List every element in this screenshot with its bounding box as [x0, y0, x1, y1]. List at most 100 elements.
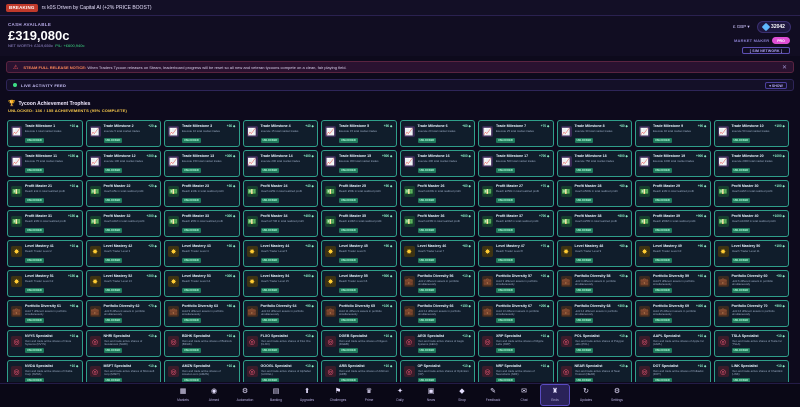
achievement-card[interactable]: 💼 Portfolio Diversity 60 +50 ◆ Hold 6 diffe…	[713, 270, 789, 297]
achievement-card[interactable]: 💵 Profit Master 38 +800 ◆ Reach £25M in tot…	[556, 210, 632, 237]
achievement-card[interactable]: ✸ Level Mastery 52 +200 ◆ Reach Trader Leve…	[85, 270, 161, 297]
achievement-card[interactable]: 💼 Portfolio Diversity 58 +30 ◆ Hold 4 diffe…	[556, 270, 632, 297]
achievement-card[interactable]: 📈 Trade Milestone 4 +40 ◆ Execute 15 total …	[242, 120, 318, 147]
achievement-card[interactable]: ◎ NVDA Specialist +10 ◆ Own and trade activ…	[7, 360, 83, 382]
achievement-card[interactable]: 💼 Portfolio Diversity 56 +10 ◆ Hold 2 diffe…	[399, 270, 475, 297]
achievement-card[interactable]: 📈 Trade Milestone 1 +10 ◆ Execute 1 total m…	[7, 120, 83, 147]
achievement-card[interactable]: ◎ AAPL Specialist +10 ◆ Own and trade activ…	[635, 330, 711, 357]
nav-ahmed[interactable]: ◉ Ahmed	[199, 384, 229, 406]
achievement-card[interactable]: 📈 Trade Milestone 7 +70 ◆ Execute 25 total …	[478, 120, 554, 147]
achievement-card[interactable]: ✸ Level Mastery 43 +30 ◆ Reach Trader Level…	[164, 240, 240, 267]
nav-banking[interactable]: ▤ Banking	[261, 384, 291, 406]
achievement-card[interactable]: 💵 Profit Master 25 +50 ◆ Reach £50k in tota…	[321, 180, 397, 207]
achievement-card[interactable]: ◎ TSLA Specialist +10 ◆ Own and trade activ…	[713, 330, 789, 357]
achievement-card[interactable]: ✸ Level Mastery 55 +500 ◆ Reach Trader Leve…	[321, 270, 397, 297]
nav-upgrades[interactable]: ⬆ Upgrades	[292, 384, 322, 406]
achievement-card[interactable]: 💼 Portfolio Diversity 69 +400 ◆ Hold 15 dif…	[635, 300, 711, 327]
achievement-card[interactable]: 💵 Profit Master 36 +600 ◆ Reach £15M in tot…	[399, 210, 475, 237]
achievement-card[interactable]: 📈 Trade Milestone 2 +20 ◆ Execute 5 total m…	[85, 120, 161, 147]
achievement-card[interactable]: ◎ POL Specialist +10 ◆ Own and trade active…	[556, 330, 632, 357]
achievement-card[interactable]: 📈 Trade Milestone 12 +200 ◆ Execute 100 tot…	[85, 150, 161, 177]
achievement-card[interactable]: 💼 Portfolio Diversity 67 +200 ◆ Hold 13 dif…	[478, 300, 554, 327]
achievement-card[interactable]: 📈 Trade Milestone 10 +100 ◆ Execute 50 tota…	[713, 120, 789, 147]
nav-feedback[interactable]: ✎ Feedback	[478, 384, 508, 406]
achievement-card[interactable]: 📈 Trade Milestone 18 +800 ◆ Execute 750 tot…	[556, 150, 632, 177]
achievement-card[interactable]: ✸ Level Mastery 49 +90 ◆ Reach Trader Level…	[635, 240, 711, 267]
achievement-card[interactable]: ✸ Level Mastery 45 +50 ◆ Reach Trader Level…	[321, 240, 397, 267]
market-maker-toggle[interactable]: PRO	[772, 37, 790, 44]
sim-network-button[interactable]: [ SIM NETWORK ]	[742, 47, 790, 54]
achievement-card[interactable]: 💵 Profit Master 32 +200 ◆ Reach £4M in tota…	[85, 210, 161, 237]
news-ticker[interactable]: rs k0S Driven by Capital AI (+2% PRICE B…	[42, 5, 152, 11]
achievement-card[interactable]: 💵 Profit Master 35 +500 ◆ Reach £10M in tot…	[321, 210, 397, 237]
achievement-card[interactable]: ◎ NEAR Specialist +10 ◆ Own and trade activ…	[556, 360, 632, 382]
achievement-card[interactable]: ◎ GOOGL Specialist +10 ◆ Own and trade acti…	[242, 360, 318, 382]
achievement-card[interactable]: ✸ Level Mastery 47 +70 ◆ Reach Trader Level…	[478, 240, 554, 267]
achievement-card[interactable]: 📈 Trade Milestone 11 +150 ◆ Execute 75 tota…	[7, 150, 83, 177]
achievement-card[interactable]: 💵 Profit Master 37 +700 ◆ Reach £20M in tot…	[478, 210, 554, 237]
nav-ends[interactable]: ♜ Ends	[540, 384, 570, 406]
achievement-card[interactable]: 💵 Profit Master 39 +900 ◆ Reach £50M in tot…	[635, 210, 711, 237]
close-icon[interactable]: ✕	[782, 64, 787, 71]
achievement-card[interactable]: 📈 Trade Milestone 19 +900 ◆ Execute 1000 to…	[635, 150, 711, 177]
nav-news[interactable]: ▣ News	[416, 384, 446, 406]
achievement-card[interactable]: ✸ Level Mastery 42 +20 ◆ Reach Trader Level…	[85, 240, 161, 267]
achievement-card[interactable]: ◎ FLXO Specialist +10 ◆ Own and trade activ…	[242, 330, 318, 357]
achievement-card[interactable]: 💵 Profit Master 31 +150 ◆ Reach £3M in tota…	[7, 210, 83, 237]
achievement-card[interactable]: 💵 Profit Master 34 +400 ◆ Reach £7.5M in to…	[242, 210, 318, 237]
gems-counter[interactable]: 32042	[757, 21, 791, 33]
achievement-card[interactable]: 💼 Portfolio Diversity 65 +100 ◆ Hold 11 dif…	[321, 300, 397, 327]
achievement-card[interactable]: ◎ MSFT Specialist +10 ◆ Own and trade activ…	[85, 360, 161, 382]
achievement-card[interactable]: 📈 Trade Milestone 14 +400 ◆ Execute 200 tot…	[242, 150, 318, 177]
achievement-card[interactable]: 💵 Profit Master 23 +30 ◆ Reach £10k in tota…	[164, 180, 240, 207]
nav-challenges[interactable]: ⚑ Challenges	[323, 384, 353, 406]
achievement-card[interactable]: 💼 Portfolio Diversity 61 +60 ◆ Hold 7 diffe…	[7, 300, 83, 327]
achievement-card[interactable]: ◎ LINK Specialist +10 ◆ Own and trade activ…	[713, 360, 789, 382]
achievement-card[interactable]: 💼 Portfolio Diversity 70 +500 ◆ Hold 16 dif…	[713, 300, 789, 327]
currency-select[interactable]: £ GBP ▾	[733, 24, 750, 30]
achievement-card[interactable]: 💵 Profit Master 40 +1000 ◆ Reach £100M in t…	[713, 210, 789, 237]
nav-shop[interactable]: ◆ Shop	[447, 384, 477, 406]
achievement-card[interactable]: 📈 Trade Milestone 9 +90 ◆ Execute 40 total …	[635, 120, 711, 147]
achievement-card[interactable]: 💼 Portfolio Diversity 66 +150 ◆ Hold 12 dif…	[399, 300, 475, 327]
achievement-card[interactable]: ◎ NRF Specialist +10 ◆ Own and trade active…	[478, 360, 554, 382]
achievement-card[interactable]: 💵 Profit Master 26 +60 ◆ Reach £100k in tot…	[399, 180, 475, 207]
achievement-card[interactable]: 💵 Profit Master 21 +10 ◆ Reach £1k in total…	[7, 180, 83, 207]
achievement-card[interactable]: ◎ AMZN Specialist +10 ◆ Own and trade activ…	[164, 360, 240, 382]
achievement-card[interactable]: 💵 Profit Master 28 +80 ◆ Reach £500k in tot…	[556, 180, 632, 207]
achievement-card[interactable]: 📈 Trade Milestone 20 +1000 ◆ Execute 2000 t…	[713, 150, 789, 177]
achievement-card[interactable]: ✸ Level Mastery 50 +100 ◆ Reach Trader Leve…	[713, 240, 789, 267]
achievement-card[interactable]: ◎ OP Specialist +10 ◆ Own and trade active …	[399, 360, 475, 382]
nav-prime[interactable]: ♛ Prime	[354, 384, 384, 406]
nav-automation[interactable]: ⚙ Automation	[230, 384, 260, 406]
achievement-card[interactable]: 📈 Trade Milestone 5 +50 ◆ Execute 15 total …	[321, 120, 397, 147]
achievement-card[interactable]: 📈 Trade Milestone 8 +80 ◆ Execute 30 total …	[556, 120, 632, 147]
achievement-card[interactable]: ◎ XRP Specialist +10 ◆ Own and trade active…	[478, 330, 554, 357]
achievement-card[interactable]: 📈 Trade Milestone 13 +300 ◆ Execute 150 tot…	[164, 150, 240, 177]
nav-settings[interactable]: ⚙ Settings	[602, 384, 632, 406]
achievement-card[interactable]: 📈 Trade Milestone 15 +500 ◆ Execute 300 tot…	[321, 150, 397, 177]
achievement-card[interactable]: 💵 Profit Master 24 +40 ◆ Reach £25k in tota…	[242, 180, 318, 207]
achievement-card[interactable]: ✸ Level Mastery 46 +60 ◆ Reach Trader Level…	[399, 240, 475, 267]
achievement-card[interactable]: 💼 Portfolio Diversity 57 +20 ◆ Hold 3 diffe…	[478, 270, 554, 297]
achievement-card[interactable]: ◎ BDHK Specialist +10 ◆ Own and trade activ…	[164, 330, 240, 357]
achievement-card[interactable]: ✸ Level Mastery 48 +80 ◆ Reach Trader Level…	[556, 240, 632, 267]
achievement-card[interactable]: 💼 Portfolio Diversity 64 +90 ◆ Hold 10 diff…	[242, 300, 318, 327]
achievement-card[interactable]: 💵 Profit Master 30 +100 ◆ Reach £2M in tota…	[713, 180, 789, 207]
achievement-card[interactable]: 📈 Trade Milestone 3 +30 ◆ Execute 10 total …	[164, 120, 240, 147]
achievement-card[interactable]: 💵 Profit Master 27 +70 ◆ Reach £250k in tot…	[478, 180, 554, 207]
achievement-card[interactable]: ◎ NVYS Specialist +10 ◆ Own and trade activ…	[7, 330, 83, 357]
achievement-card[interactable]: 💼 Portfolio Diversity 68 +300 ◆ Hold 14 dif…	[556, 300, 632, 327]
achievement-card[interactable]: 📈 Trade Milestone 6 +60 ◆ Execute 20 total …	[399, 120, 475, 147]
achievement-card[interactable]: ✸ Level Mastery 41 +10 ◆ Reach Trader Level…	[7, 240, 83, 267]
achievement-card[interactable]: ◎ DOT Specialist +10 ◆ Own and trade active…	[635, 360, 711, 382]
achievement-card[interactable]: ✸ Level Mastery 53 +300 ◆ Reach Trader Leve…	[164, 270, 240, 297]
achievement-card[interactable]: 📈 Trade Milestone 16 +600 ◆ Execute 400 tot…	[399, 150, 475, 177]
achievement-card[interactable]: ◎ DGEB Specialist +10 ◆ Own and trade activ…	[321, 330, 397, 357]
achievement-card[interactable]: 💼 Portfolio Diversity 62 +70 ◆ Hold 8 diffe…	[85, 300, 161, 327]
achievement-card[interactable]: 📈 Trade Milestone 17 +700 ◆ Execute 500 tot…	[478, 150, 554, 177]
nav-updates[interactable]: ↻ Updates	[571, 384, 601, 406]
nav-markets[interactable]: ▦ Markets	[168, 384, 198, 406]
achievement-card[interactable]: ✸ Level Mastery 54 +400 ◆ Reach Trader Leve…	[242, 270, 318, 297]
feed-show-button[interactable]: ▾ SHOW	[765, 82, 787, 89]
